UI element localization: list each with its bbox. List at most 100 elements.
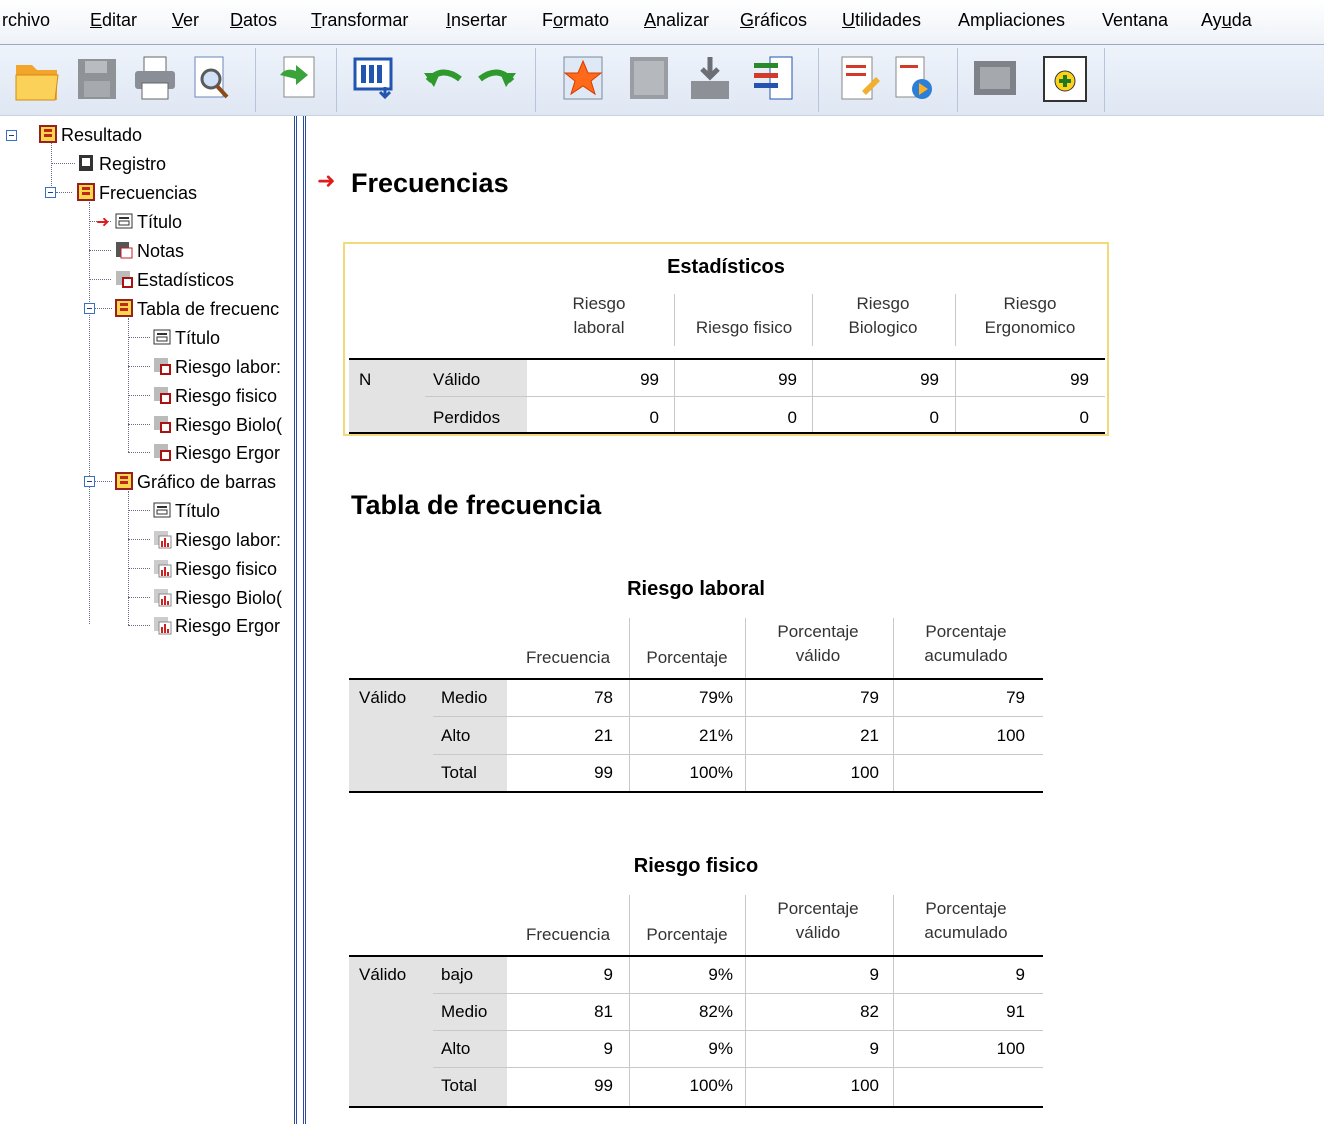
tree-line: [128, 491, 129, 625]
table-icon: [154, 387, 171, 404]
tree-line: [89, 202, 90, 624]
table-cell: 99: [640, 370, 659, 389]
table-cell: 82: [860, 1002, 879, 1021]
open-folder-icon[interactable]: [12, 51, 62, 105]
row-label: Perdidos: [433, 408, 501, 427]
goto-variable-icon[interactable]: [685, 51, 735, 105]
table-icon: [116, 271, 133, 288]
table-icon: [154, 416, 171, 433]
tree-node-chart-item[interactable]: Riesgo Ergor: [152, 613, 280, 639]
tree-node-titulo[interactable]: Título: [152, 325, 220, 351]
menu-formato[interactable]: Formato: [542, 10, 609, 31]
export-icon[interactable]: [272, 51, 322, 105]
pane-splitter[interactable]: [294, 116, 306, 1124]
collapse-toggle[interactable]: [84, 476, 95, 487]
bar-chart-icon: [154, 531, 172, 549]
divider: [629, 680, 630, 792]
menu-ver[interactable]: Ver: [172, 10, 199, 31]
column-header: Porcentaje válido: [777, 622, 859, 665]
menu-editar[interactable]: Editar: [90, 10, 137, 31]
table-cell: 0: [929, 408, 939, 427]
current-item-arrow-icon: ➜: [96, 214, 110, 231]
tree-node-label: Riesgo fisico: [175, 386, 278, 406]
tree-line: [94, 308, 112, 309]
tree-node-table-item[interactable]: Riesgo labor:: [152, 354, 281, 380]
tree-node-table-item[interactable]: Riesgo Biolo(: [152, 412, 282, 438]
undo-icon[interactable]: [418, 51, 468, 105]
tree-node-chart-item[interactable]: Riesgo Biolo(: [152, 585, 282, 611]
menu-insertar[interactable]: Insertar: [446, 10, 507, 31]
divider: [812, 360, 813, 433]
book-icon: [115, 472, 133, 490]
goto-data-icon[interactable]: [558, 51, 608, 105]
divider: [629, 895, 630, 955]
recall-dialog-icon[interactable]: [349, 51, 399, 105]
frequency-table[interactable]: Riesgo laboral Frecuencia Porcentaje Por…: [349, 574, 1043, 794]
tree-line: [128, 597, 150, 598]
column-header: Porcentaje: [646, 925, 728, 944]
tree-line: [128, 510, 150, 511]
divider: [425, 396, 1105, 397]
divider: [893, 680, 894, 792]
tree-node-tabla-frecuencia[interactable]: Tabla de frecuenc: [114, 296, 279, 322]
tree-node-notas[interactable]: Notas: [114, 238, 184, 264]
table-title: Estadísticos: [667, 256, 785, 278]
collapse-toggle[interactable]: [45, 187, 56, 198]
menu-utilidades[interactable]: Utilidades: [842, 10, 921, 31]
menu-archivo[interactable]: rchivo: [2, 10, 50, 31]
bar-chart-icon: [154, 560, 172, 578]
tree-node-table-item[interactable]: Riesgo Ergor: [152, 440, 280, 466]
tree-node-titulo[interactable]: Título: [114, 209, 182, 235]
create-title-icon[interactable]: [834, 51, 884, 105]
divider: [745, 680, 746, 792]
frequency-table[interactable]: Riesgo fisico Frecuencia Porcentaje Porc…: [349, 851, 1043, 1109]
add-icon[interactable]: [1040, 51, 1090, 105]
tree-line: [89, 250, 111, 251]
menu-ventana[interactable]: Ventana: [1102, 10, 1168, 31]
table-cell: 9: [603, 965, 613, 984]
divider: [955, 294, 956, 346]
tree-node-resultado[interactable]: Resultado: [38, 122, 142, 148]
tree-node-label: Estadísticos: [137, 270, 235, 290]
divider: [349, 791, 1043, 793]
menu-graficos[interactable]: Gráficos: [740, 10, 807, 31]
tree-line: [94, 481, 112, 482]
tree-node-frecuencias[interactable]: Frecuencias: [76, 180, 197, 206]
tree-node-registro[interactable]: Registro: [76, 151, 166, 177]
divider: [674, 360, 675, 433]
stats-table[interactable]: Estadísticos Riesgo laboral Riesgo fisico…: [343, 242, 1109, 436]
table-cell: 21: [594, 726, 613, 745]
divider: [433, 754, 1043, 755]
menu-transformar[interactable]: Transformar: [311, 10, 408, 31]
tree-node-grafico-barras[interactable]: Gráfico de barras: [114, 469, 276, 495]
tree-node-chart-item[interactable]: Riesgo labor:: [152, 527, 281, 553]
divider: [433, 716, 1043, 717]
row-label: Total: [441, 763, 477, 782]
tree-node-label: Riesgo Ergor: [175, 616, 281, 636]
table-cell: 78: [594, 688, 613, 707]
goto-case-icon[interactable]: [624, 51, 674, 105]
menu-analizar[interactable]: Analizar: [644, 10, 709, 31]
book-icon: [39, 125, 57, 143]
tree-node-table-item[interactable]: Riesgo fisico: [152, 383, 277, 409]
table-cell: 0: [787, 408, 797, 427]
redo-icon[interactable]: [472, 51, 522, 105]
menu-ampliaciones[interactable]: Ampliaciones: [958, 10, 1065, 31]
tree-node-titulo[interactable]: Título: [152, 498, 220, 524]
log-icon: [79, 155, 93, 171]
tree-node-label: Título: [175, 501, 221, 521]
tree-node-chart-item[interactable]: Riesgo fisico: [152, 556, 277, 582]
designate-window-icon[interactable]: [970, 51, 1020, 105]
insert-text-icon[interactable]: [888, 51, 938, 105]
variables-icon[interactable]: [748, 51, 798, 105]
tree-node-estadisticos[interactable]: Estadísticos: [114, 267, 234, 293]
collapse-toggle[interactable]: [6, 130, 17, 141]
menu-ayuda[interactable]: Ayuda: [1201, 10, 1252, 31]
print-icon[interactable]: [130, 51, 180, 105]
print-preview-icon[interactable]: [185, 51, 235, 105]
book-icon: [115, 299, 133, 317]
save-icon[interactable]: [72, 51, 122, 105]
menu-datos[interactable]: Datos: [230, 10, 277, 31]
collapse-toggle[interactable]: [84, 303, 95, 314]
column-header: Riesgo Biologico: [848, 294, 918, 337]
